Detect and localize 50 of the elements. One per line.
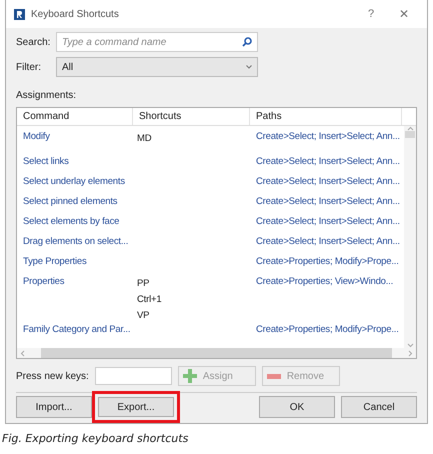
scroll-thumb[interactable] [405,131,415,138]
path-cell-text: Create>Select; Insert>Select; Ann... [255,235,401,249]
path-cell-text: Create>Select; Insert>Select; Ann... [255,155,401,169]
column-header[interactable]: Paths [250,108,402,125]
help-button[interactable]: ? [359,8,383,20]
scroll-up-icon[interactable] [406,126,414,131]
command-cell[interactable]: Select pinned elements [17,195,133,215]
command-cell[interactable]: Select links [17,155,133,175]
dialog-button[interactable]: Cancel [341,396,417,418]
command-cell[interactable]: Properties [17,275,133,323]
path-cell-text: Create>Properties; View>Windo... [255,275,394,289]
new-keys-label: Press new keys: [16,370,89,382]
scroll-down-icon[interactable] [406,343,414,348]
plus-icon [182,369,197,383]
path-cell-text: Create>Properties; Modify>Prope... [255,255,400,269]
shortcut-cell-text: VP [137,309,150,323]
filter-dropdown[interactable]: All [56,57,258,77]
search-icon [242,37,252,47]
path-cell-text: Create>Properties; Modify>Prope... [255,323,400,337]
chevron-icon [246,65,252,69]
path-cell-text: Create>Select; Insert>Select; Ann... [255,195,401,209]
shortcut-cell-text: Ctrl+1 [137,293,162,307]
filter-label: Filter: [16,62,42,72]
column-header[interactable]: Shortcuts [133,108,250,125]
figure-caption: Fig. Exporting keyboard shortcuts [2,432,190,445]
search-input[interactable]: Type a command name [62,36,242,48]
new-keys-field[interactable] [94,367,172,385]
app-logo-icon [14,8,25,20]
minus-icon [266,374,281,378]
command-cell[interactable]: Family Category and Par... [17,323,133,343]
dialog-button[interactable]: OK [259,396,335,418]
dialog-button[interactable]: Import... [16,396,92,418]
path-cell-text: Create>Select; Insert>Select; Ann... [255,130,401,144]
command-cell[interactable]: Modify [17,130,133,155]
shortcut-cell-text: MD [137,132,152,146]
command-cell[interactable]: Drag elements on select... [17,235,133,255]
command-cell[interactable]: Type Properties [17,255,133,275]
search-label: Search: [16,36,52,48]
path-cell-text: Create>Select; Insert>Select; Ann... [255,215,401,229]
close-button[interactable]: ✕ [389,7,419,21]
window-title: Keyboard Shortcuts [31,8,120,20]
vertical-scrollbar[interactable] [404,126,416,348]
assignments-label: Assignments: [16,90,78,101]
path-cell-text: Create>Select; Insert>Select; Ann... [255,175,401,189]
shortcut-cell-text: PP [137,277,150,291]
search-field[interactable]: Type a command name [56,32,258,52]
command-cell[interactable]: Select elements by face [17,215,133,235]
column-header[interactable]: Command [17,108,133,125]
command-cell[interactable]: Select underlay elements [17,175,133,195]
dialog-button[interactable]: Export... [92,391,180,423]
